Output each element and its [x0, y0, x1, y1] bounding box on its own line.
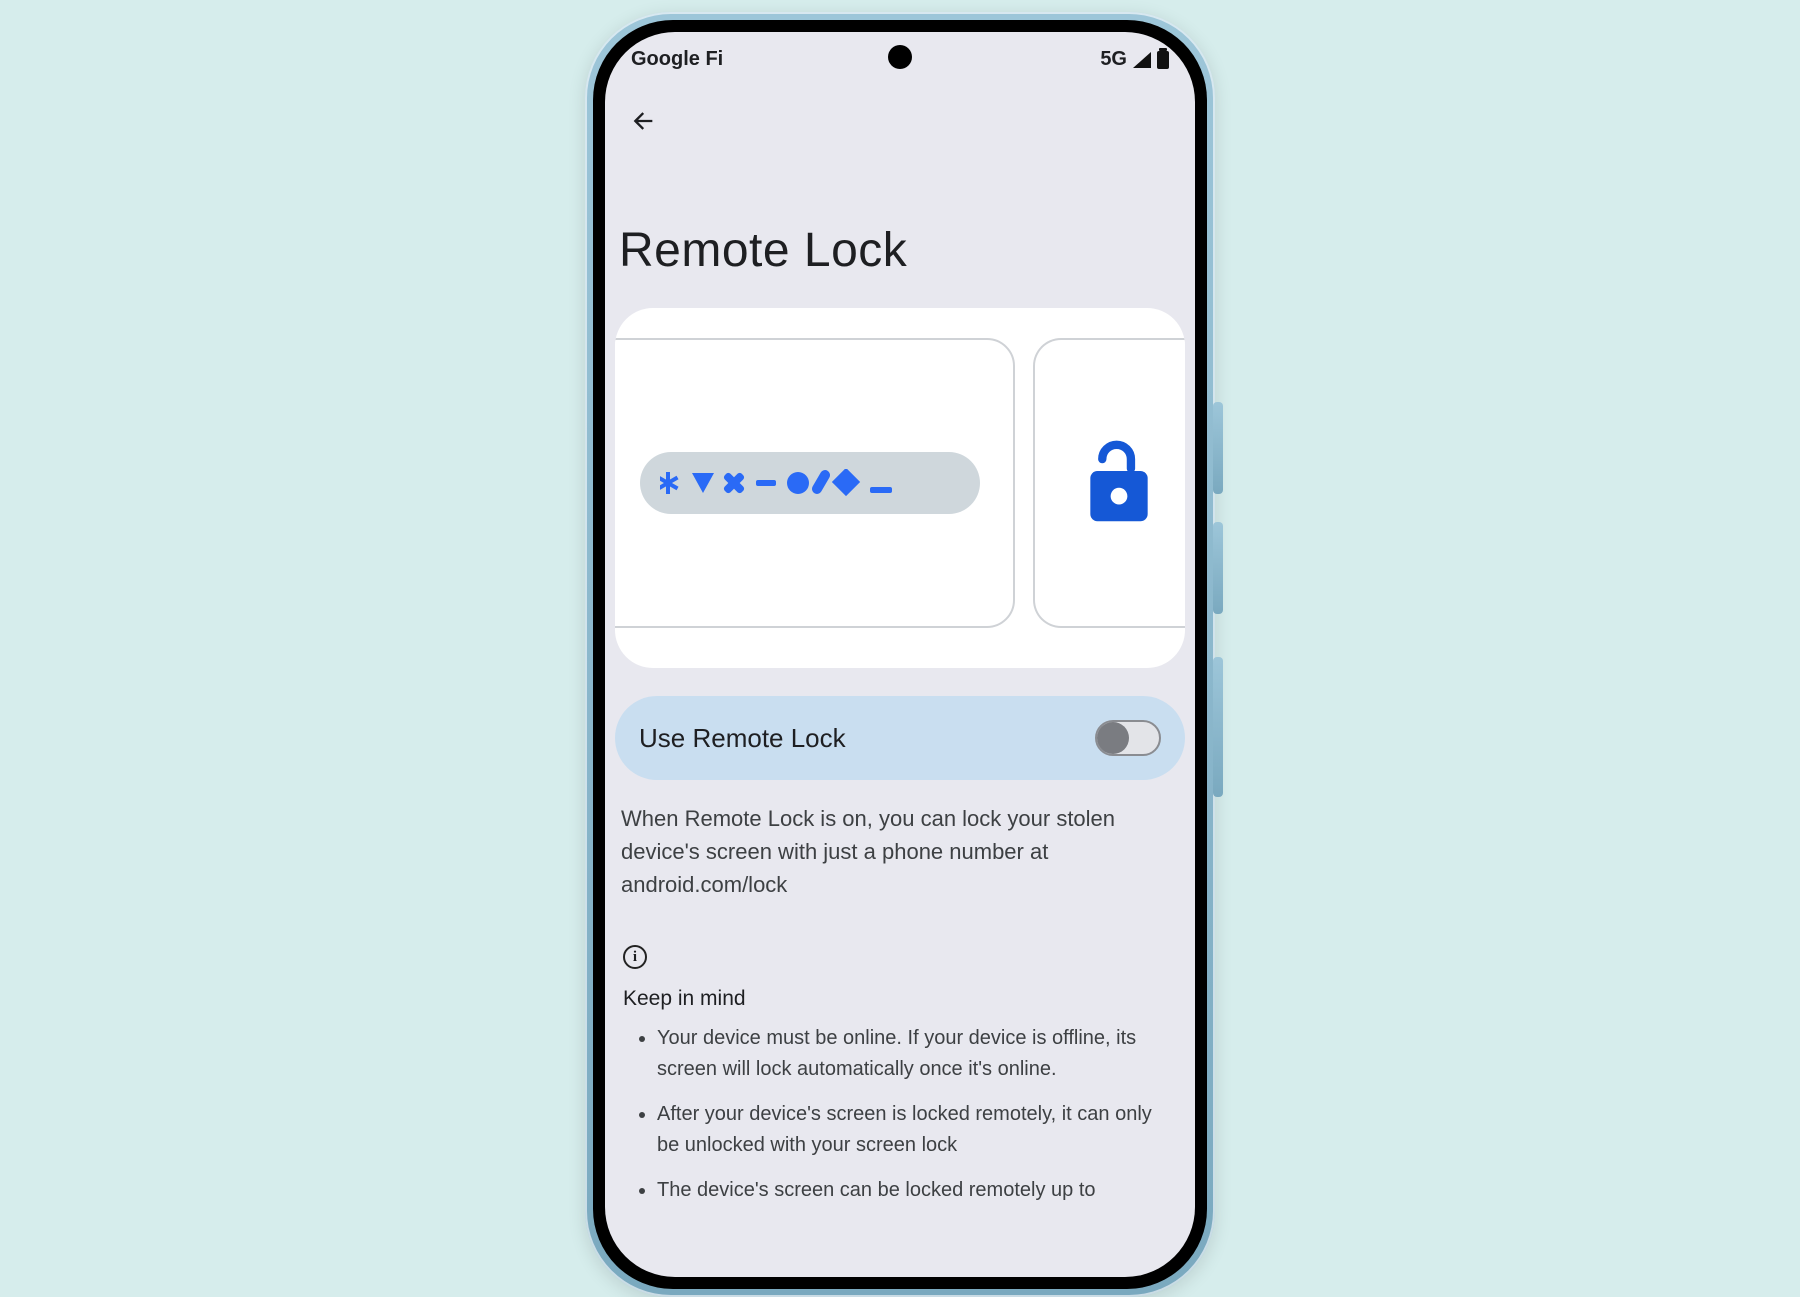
keep-in-mind-list: Your device must be online. If your devi…	[623, 1023, 1177, 1206]
status-indicators: 5G	[1100, 48, 1169, 71]
hero-password-panel	[615, 338, 1015, 628]
use-remote-lock-toggle[interactable]	[1095, 720, 1161, 756]
list-item: Your device must be online. If your devi…	[657, 1023, 1177, 1085]
use-remote-lock-row: Use Remote Lock	[615, 696, 1185, 780]
back-button[interactable]	[619, 97, 667, 145]
arrow-back-icon	[629, 107, 657, 135]
status-carrier: Google Fi	[631, 48, 723, 71]
phone-bezel: Google Fi 5G Remote Lock	[593, 20, 1207, 1289]
side-button	[1213, 402, 1223, 494]
camera-hole	[888, 45, 912, 69]
side-button	[1213, 522, 1223, 614]
list-item: After your device's screen is locked rem…	[657, 1099, 1177, 1161]
password-symbols-icon	[660, 469, 960, 497]
feature-description: When Remote Lock is on, you can lock you…	[615, 802, 1185, 901]
password-field-illustration	[640, 452, 980, 514]
side-button	[1213, 657, 1223, 797]
list-item: The device's screen can be locked remote…	[657, 1175, 1177, 1206]
hero-illustration	[615, 308, 1185, 668]
use-remote-lock-label: Use Remote Lock	[639, 723, 846, 754]
lock-open-icon	[1082, 440, 1156, 526]
info-icon: i	[623, 945, 647, 969]
battery-icon	[1157, 51, 1169, 69]
signal-icon	[1133, 52, 1151, 68]
keep-in-mind-section: i Keep in mind Your device must be onlin…	[615, 945, 1185, 1206]
status-network: 5G	[1100, 48, 1127, 71]
screen: Google Fi 5G Remote Lock	[605, 32, 1195, 1277]
toggle-thumb	[1097, 722, 1129, 754]
app-bar	[605, 75, 1195, 155]
keep-in-mind-title: Keep in mind	[623, 987, 1177, 1011]
phone-frame: Google Fi 5G Remote Lock	[585, 12, 1215, 1297]
page-title: Remote Lock	[619, 223, 1195, 278]
hero-lock-panel	[1033, 338, 1185, 628]
